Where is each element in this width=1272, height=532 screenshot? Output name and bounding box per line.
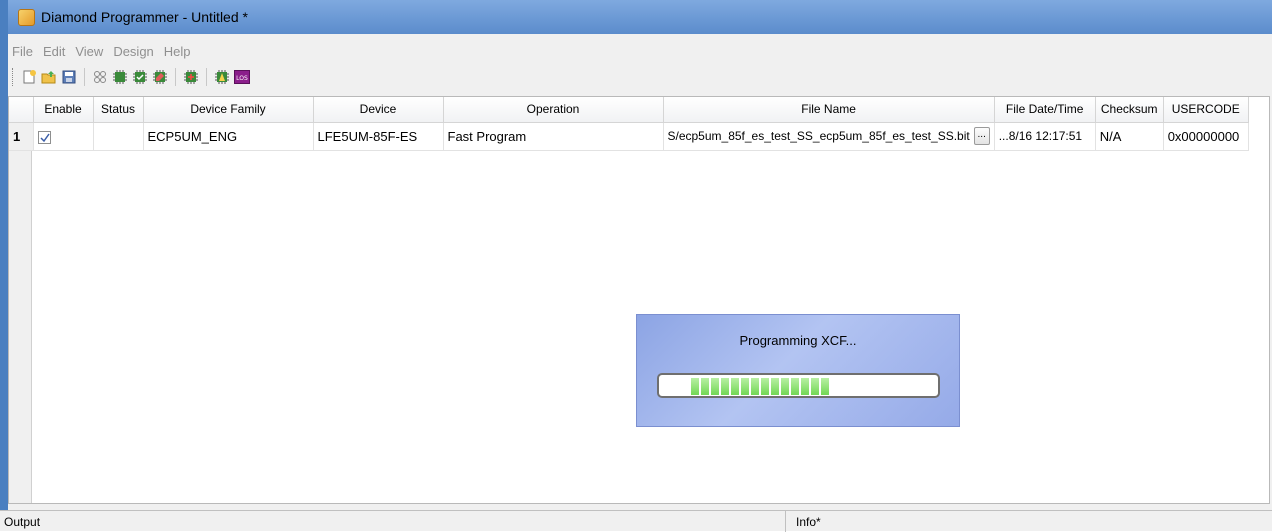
progress-segment [751, 378, 759, 395]
column-header-file-date-time[interactable]: File Date/Time [994, 97, 1096, 123]
toolbar-separator [175, 68, 176, 86]
scan-button[interactable] [91, 68, 109, 86]
output-tab[interactable]: Output [0, 511, 786, 532]
advanced-icon [215, 70, 229, 84]
usercode-cell: 0x00000000 [1163, 122, 1249, 151]
column-header-file-name[interactable]: File Name [663, 97, 995, 123]
device-grid: Enable Status Device Family Device Opera… [8, 96, 1270, 504]
column-header-device[interactable]: Device [313, 97, 444, 123]
erase-icon [153, 70, 167, 84]
menu-design[interactable]: Design [113, 44, 153, 59]
enable-checkbox[interactable] [37, 130, 51, 144]
progress-segment [801, 378, 809, 395]
progress-segment [781, 378, 789, 395]
progress-bar [657, 373, 940, 398]
verify-button[interactable] [131, 68, 149, 86]
los-button[interactable]: LOS [233, 68, 251, 86]
cable-settings-button[interactable] [182, 68, 200, 86]
toolbar-grip[interactable] [12, 68, 15, 86]
scan-icon [94, 71, 106, 83]
menu-edit[interactable]: Edit [43, 44, 65, 59]
table-header-row: Enable Status Device Family Device Opera… [9, 97, 1249, 123]
enable-cell[interactable] [33, 122, 94, 151]
device-table: Enable Status Device Family Device Opera… [9, 97, 1249, 151]
progress-segment [711, 378, 719, 395]
column-header-rownum [9, 97, 34, 123]
column-header-enable[interactable]: Enable [33, 97, 94, 123]
progress-segment [811, 378, 819, 395]
save-icon [62, 70, 76, 84]
erase-button[interactable] [151, 68, 169, 86]
progress-segment [761, 378, 769, 395]
open-project-button[interactable] [40, 68, 58, 86]
cable-settings-icon [184, 70, 198, 84]
svg-text:LOS: LOS [236, 75, 248, 82]
file-name-cell[interactable]: S/ecp5um_85f_es_test_SS_ecp5um_85f_es_te… [663, 122, 995, 151]
status-bar: Output Info* [0, 510, 1272, 532]
device-cell[interactable]: LFE5UM-85F-ES [313, 122, 444, 151]
toolbar: LOS [8, 66, 1272, 88]
progress-segment [771, 378, 779, 395]
menu-help[interactable]: Help [164, 44, 191, 59]
column-header-checksum[interactable]: Checksum [1095, 97, 1164, 123]
programming-progress-dialog: Programming XCF... [636, 314, 960, 427]
window-title: Diamond Programmer - Untitled * [41, 9, 248, 25]
progress-segment [791, 378, 799, 395]
row-number[interactable]: 1 [9, 122, 34, 151]
program-icon [113, 70, 127, 84]
table-row[interactable]: 1 ECP5UM_ENG LFE5UM-85F-ES Fast Program … [9, 122, 1249, 151]
checkmark-icon [39, 133, 50, 142]
column-header-operation[interactable]: Operation [443, 97, 664, 123]
progress-bar-fill [691, 378, 831, 395]
device-family-cell[interactable]: ECP5UM_ENG [143, 122, 314, 151]
toolbar-separator [84, 68, 85, 86]
file-date-time-cell: ...8/16 12:17:51 [994, 122, 1096, 151]
status-cell [93, 122, 144, 151]
program-button[interactable] [111, 68, 129, 86]
info-tab[interactable]: Info* [786, 511, 1272, 532]
title-bar[interactable]: Diamond Programmer - Untitled * [8, 0, 1272, 34]
menu-view[interactable]: View [75, 44, 103, 59]
operation-cell[interactable]: Fast Program [443, 122, 664, 151]
column-header-status[interactable]: Status [93, 97, 144, 123]
browse-file-button[interactable]: ... [973, 127, 990, 145]
row-header-gutter [9, 97, 32, 503]
toolbar-separator [206, 68, 207, 86]
menu-file[interactable]: File [12, 44, 33, 59]
save-button[interactable] [60, 68, 78, 86]
progress-segment [691, 378, 699, 395]
new-project-button[interactable] [20, 68, 38, 86]
menu-bar: File Edit View Design Help [8, 42, 1272, 60]
file-name-text: S/ecp5um_85f_es_test_SS_ecp5um_85f_es_te… [667, 129, 970, 143]
progress-segment [731, 378, 739, 395]
progress-segment [721, 378, 729, 395]
column-header-device-family[interactable]: Device Family [143, 97, 314, 123]
column-header-usercode[interactable]: USERCODE [1163, 97, 1249, 123]
checksum-cell: N/A [1095, 122, 1164, 151]
programmer-window: Diamond Programmer - Untitled * File Edi… [0, 0, 1272, 532]
open-project-icon [41, 71, 56, 84]
progress-segment [821, 378, 829, 395]
progress-label: Programming XCF... [739, 333, 857, 348]
verify-icon [133, 70, 147, 84]
los-icon: LOS [234, 70, 250, 84]
advanced-button[interactable] [213, 68, 231, 86]
new-project-icon [23, 70, 36, 84]
diamond-app-icon [18, 8, 35, 26]
progress-segment [701, 378, 709, 395]
progress-segment [741, 378, 749, 395]
